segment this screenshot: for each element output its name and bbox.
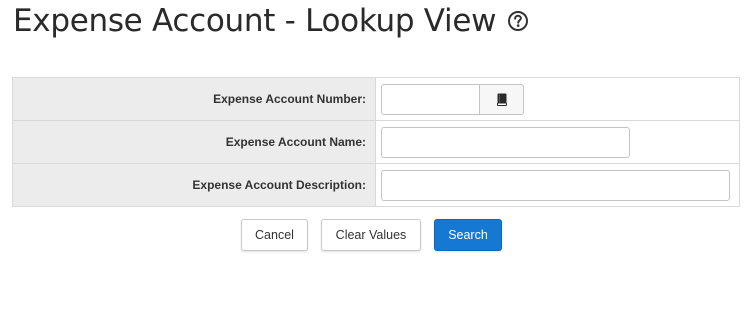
help-icon[interactable] (507, 10, 529, 32)
page-header: Expense Account - Lookup View (13, 0, 529, 42)
form-row-account-description: Expense Account Description: (12, 163, 740, 207)
account-number-label: Expense Account Number: (12, 77, 376, 121)
account-number-group (381, 83, 524, 115)
search-button[interactable]: Search (434, 219, 502, 251)
book-icon (496, 93, 507, 106)
form-row-account-number: Expense Account Number: (12, 77, 740, 121)
account-description-input[interactable] (381, 169, 730, 201)
account-name-cell (375, 120, 740, 164)
account-number-input[interactable] (381, 83, 480, 115)
page-title: Expense Account - Lookup View (13, 3, 497, 39)
action-buttons: Cancel Clear Values Search (241, 219, 502, 251)
account-description-cell (375, 163, 740, 207)
clear-values-button[interactable]: Clear Values (321, 219, 421, 251)
account-name-input[interactable] (381, 126, 630, 158)
account-description-label: Expense Account Description: (12, 163, 376, 207)
account-name-label: Expense Account Name: (12, 120, 376, 164)
cancel-button[interactable]: Cancel (241, 219, 308, 251)
lookup-criteria-table: Expense Account Number: Expense Account … (12, 77, 740, 207)
account-number-lookup-button[interactable] (480, 83, 524, 115)
account-number-cell (375, 77, 740, 121)
form-row-account-name: Expense Account Name: (12, 120, 740, 164)
